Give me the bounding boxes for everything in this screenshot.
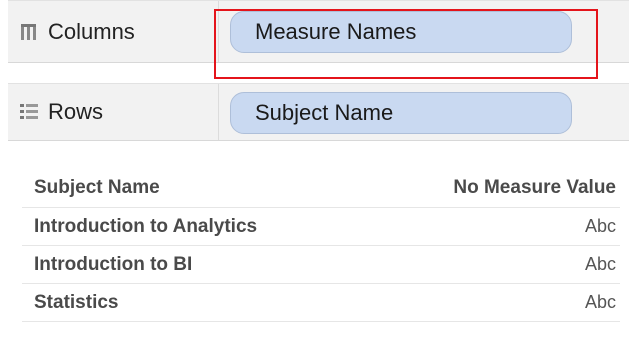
row-subject-name: Introduction to BI (34, 253, 193, 275)
table-row[interactable]: Statistics Abc (22, 284, 620, 322)
columns-shelf-label-group: Columns (18, 1, 135, 62)
columns-icon (18, 21, 40, 43)
shelf-divider (218, 1, 219, 62)
row-subject-name: Statistics (34, 291, 119, 313)
measure-names-pill[interactable]: Measure Names (230, 11, 572, 53)
rows-shelf-label-group: Rows (18, 84, 103, 140)
table-row[interactable]: Introduction to BI Abc (22, 246, 620, 284)
header-no-measure-value[interactable]: No Measure Value (453, 177, 620, 199)
shelf-divider (218, 84, 219, 140)
table-header-row: Subject Name No Measure Value (22, 168, 620, 208)
columns-shelf: Columns Measure Names (8, 0, 629, 63)
header-subject-name[interactable]: Subject Name (22, 177, 160, 199)
data-table: Subject Name No Measure Value Introducti… (22, 168, 620, 322)
row-value: Abc (584, 292, 616, 312)
rows-shelf: Rows Subject Name (8, 83, 629, 141)
row-subject-name: Introduction to Analytics (34, 215, 258, 237)
row-value: Abc (584, 254, 616, 274)
columns-shelf-label: Columns (48, 18, 135, 44)
row-value: Abc (584, 216, 616, 236)
rows-icon (18, 101, 40, 123)
rows-shelf-label: Rows (48, 99, 104, 124)
table-row[interactable]: Introduction to Analytics Abc (22, 208, 620, 246)
subject-name-pill[interactable]: Subject Name (230, 92, 572, 134)
